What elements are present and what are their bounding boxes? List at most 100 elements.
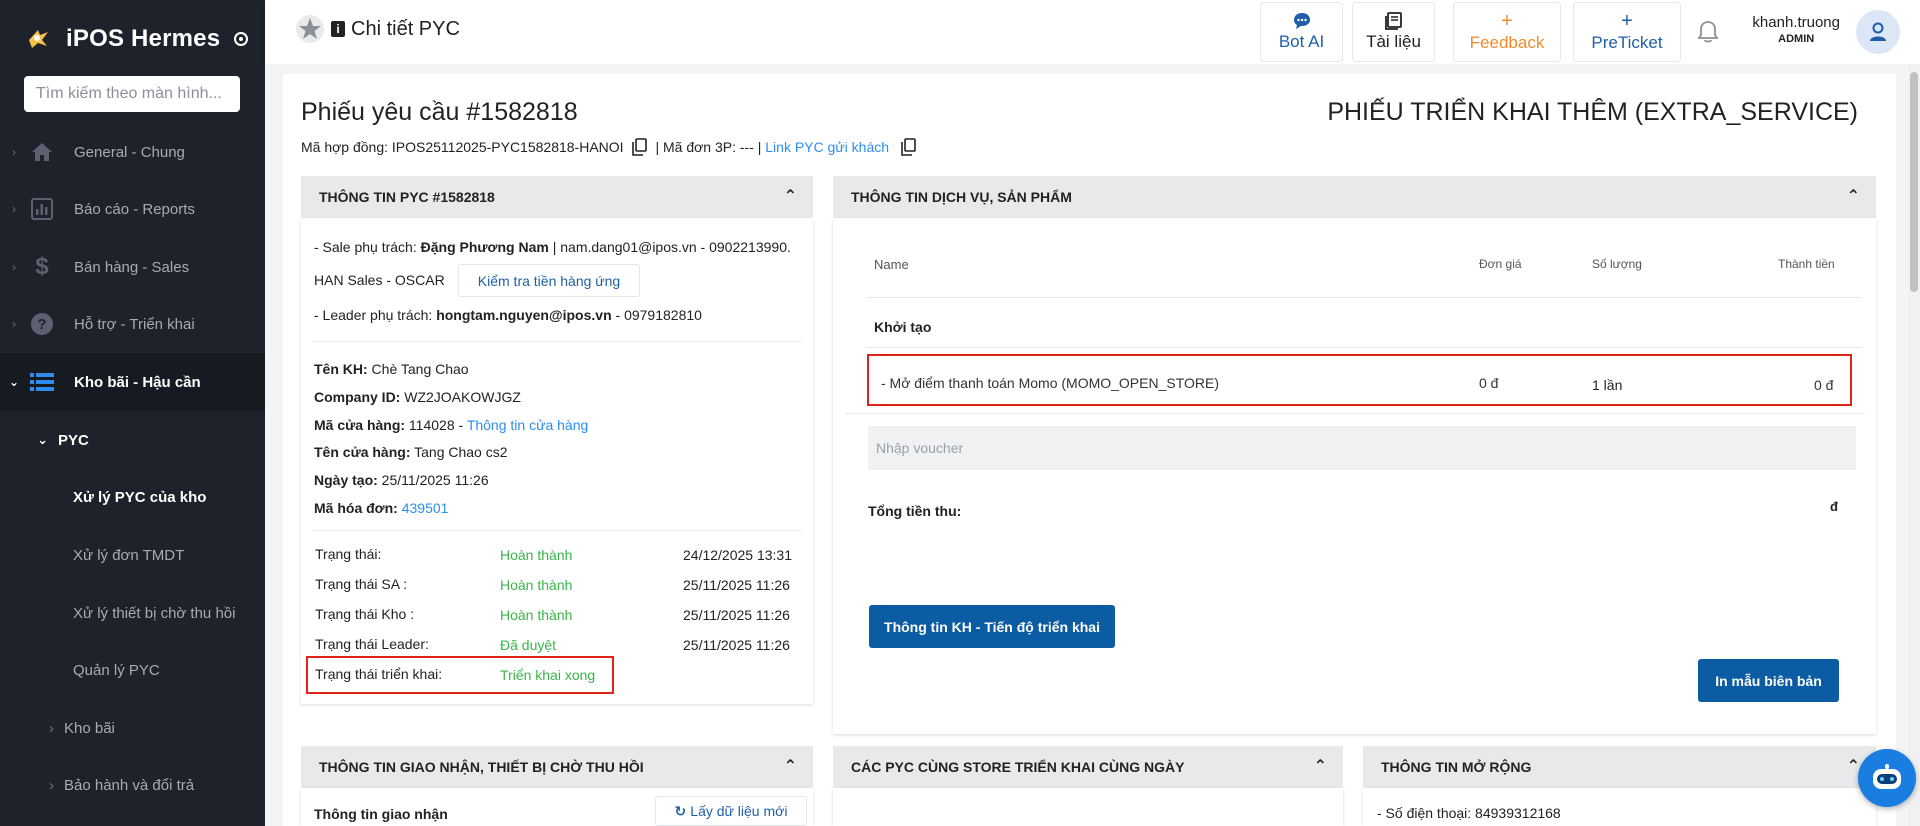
tai-lieu-button[interactable]: Tài liệu bbox=[1352, 2, 1435, 62]
status-label: Trạng thái: bbox=[315, 546, 382, 562]
check-advance-button[interactable]: Kiểm tra tiền hàng ứng bbox=[458, 264, 640, 297]
sidebar-item-reports[interactable]: › Báo cáo - Reports bbox=[0, 180, 265, 238]
sidebar-group-kho-bai[interactable]: › Kho bãi bbox=[0, 699, 265, 757]
extended-card-header[interactable]: THÔNG TIN MỞ RỘNG ⌃ bbox=[1363, 746, 1876, 788]
field-customer: Tên KH: Chè Tang Chao bbox=[314, 361, 469, 377]
service-card-header[interactable]: THÔNG TIN DỊCH VỤ, SẢN PHẨM ⌃ bbox=[833, 176, 1876, 218]
field-value: Chè Tang Chao bbox=[367, 361, 469, 377]
brand-name: iPOS Hermes bbox=[66, 25, 221, 52]
sidebar-group-label: Kho bãi bbox=[64, 719, 115, 737]
progress-info-button[interactable]: Thông tin KH - Tiến độ triển khai bbox=[869, 605, 1115, 648]
scrollbar-thumb[interactable] bbox=[1910, 72, 1918, 292]
sidebar-subitem-label: Xử lý thiết bị chờ thu hồi bbox=[73, 604, 236, 622]
sidebar-group-label: Bảo hành và đổi trả bbox=[64, 776, 195, 794]
service-card-body bbox=[833, 218, 1876, 734]
chart-icon bbox=[28, 196, 56, 222]
chat-icon bbox=[1293, 13, 1310, 29]
username: khanh.truong bbox=[1752, 14, 1840, 31]
status-label: Trạng thái SA : bbox=[315, 576, 408, 592]
sidebar-item-label: Kho bãi - Hậu cần bbox=[74, 373, 201, 391]
question-icon: ? bbox=[28, 311, 56, 337]
status-value: Hoàn thành bbox=[500, 577, 573, 593]
pyc-title: Phiếu yêu cầu #1582818 bbox=[301, 98, 578, 126]
sidebar-subitem-xu-ly-don-tmdt[interactable]: Xử lý đơn TMDT bbox=[0, 526, 265, 584]
sidebar-subitem-thiet-bi-cho-thu-hoi[interactable]: Xử lý thiết bị chờ thu hồi bbox=[0, 584, 265, 642]
robot-icon bbox=[1873, 764, 1901, 789]
bot-ai-label: Bot AI bbox=[1278, 32, 1325, 51]
col-header-qty: Số lượng bbox=[1592, 257, 1642, 271]
leader-prefix: - Leader phụ trách: bbox=[314, 307, 437, 323]
sidebar-subitem-label: Xử lý PYC của kho bbox=[73, 488, 207, 506]
info-card-header[interactable]: THÔNG TIN PYC #1582818 ⌃ bbox=[301, 176, 813, 218]
bell-icon[interactable] bbox=[1697, 20, 1719, 44]
chevron-up-icon[interactable]: ⌃ bbox=[784, 186, 797, 206]
user-icon bbox=[1870, 22, 1886, 41]
invoice-link[interactable]: 439501 bbox=[402, 500, 449, 516]
refresh-data-button[interactable]: ↻ Lấy dữ liệu mới bbox=[655, 796, 807, 826]
chevron-down-icon: ⌄ bbox=[8, 375, 20, 389]
sidebar-group-pyc[interactable]: ⌄ PYC bbox=[0, 411, 265, 469]
field-label: Mã cửa hàng: bbox=[314, 417, 406, 433]
sidebar-subitem-xu-ly-pyc-kho[interactable]: Xử lý PYC của kho bbox=[0, 468, 265, 526]
sidebar-group-bao-hanh[interactable]: › Bảo hành và đổi trả bbox=[0, 756, 265, 814]
refresh-icon: ↻ bbox=[674, 802, 687, 819]
field-label: Ngày tạo: bbox=[314, 472, 378, 488]
list-icon bbox=[28, 369, 56, 395]
status-time: 25/11/2025 11:26 bbox=[683, 607, 790, 623]
copy-icon[interactable] bbox=[631, 138, 648, 156]
divider bbox=[314, 341, 802, 342]
voucher-input[interactable] bbox=[868, 426, 1856, 470]
order-3p: | Mã đơn 3P: --- | bbox=[651, 139, 766, 155]
chevron-up-icon[interactable]: ⌃ bbox=[1314, 756, 1327, 776]
sidebar-item-warehouse[interactable]: ⌄ Kho bãi - Hậu cần bbox=[0, 353, 265, 411]
radio-target-icon[interactable] bbox=[234, 32, 249, 46]
divider bbox=[866, 297, 1862, 298]
avatar[interactable] bbox=[1856, 10, 1900, 54]
sidebar-search-input[interactable] bbox=[24, 76, 240, 112]
sidebar-item-support[interactable]: › ? Hỗ trợ - Triển khai bbox=[0, 295, 265, 353]
plus-icon: + bbox=[1501, 10, 1513, 32]
delivery-card-header[interactable]: THÔNG TIN GIAO NHẬN, THIẾT BỊ CHỜ THU HỒ… bbox=[301, 746, 813, 788]
sidebar-subitem-label: Xử lý đơn TMDT bbox=[73, 546, 185, 564]
same-store-card-header[interactable]: CÁC PYC CÙNG STORE TRIỂN KHAI CÙNG NGÀY … bbox=[833, 746, 1343, 788]
total-label: Tổng tiền thu: bbox=[868, 503, 962, 519]
page-scrollbar[interactable] bbox=[1908, 64, 1920, 826]
chevron-up-icon[interactable]: ⌃ bbox=[1847, 186, 1860, 206]
same-store-card-title: CÁC PYC CÙNG STORE TRIỂN KHAI CÙNG NGÀY bbox=[851, 759, 1185, 775]
pyc-meta: Mã hợp đồng: IPOS25112025-PYC1582818-HAN… bbox=[301, 138, 917, 156]
status-value: Đã duyệt bbox=[500, 637, 557, 653]
chevron-up-icon[interactable]: ⌃ bbox=[784, 756, 797, 776]
divider bbox=[866, 347, 1862, 348]
pyc-customer-link[interactable]: Link PYC gửi khách bbox=[765, 139, 889, 155]
delivery-card-title: THÔNG TIN GIAO NHẬN, THIẾT BỊ CHỜ THU HỒ… bbox=[319, 759, 644, 775]
sale-team: HAN Sales - OSCAR bbox=[314, 272, 445, 288]
bot-ai-button[interactable]: Bot AI bbox=[1260, 2, 1343, 62]
sidebar-item-general[interactable]: › General - Chung bbox=[0, 123, 265, 181]
feedback-label: Feedback bbox=[1469, 33, 1545, 52]
store-info-link[interactable]: Thông tin cửa hàng bbox=[467, 417, 588, 433]
field-company-id: Company ID: WZ2JOAKOWJGZ bbox=[314, 389, 521, 405]
sidebar-item-label: General - Chung bbox=[74, 143, 185, 161]
divider bbox=[845, 413, 1865, 414]
sidebar-subitem-quan-ly-pyc[interactable]: Quản lý PYC bbox=[0, 641, 265, 699]
user-info[interactable]: khanh.truong ADMIN bbox=[1752, 14, 1840, 45]
preticket-label: PreTicket bbox=[1591, 33, 1663, 52]
print-template-button[interactable]: In mẫu biên bản bbox=[1698, 659, 1839, 702]
chevron-right-icon: › bbox=[12, 317, 16, 331]
status-label: Trạng thái Kho : bbox=[315, 606, 415, 622]
chatbot-fab[interactable] bbox=[1858, 749, 1916, 807]
dollar-icon: $ bbox=[35, 253, 49, 280]
sidebar-group-label: PYC bbox=[58, 431, 89, 449]
info-icon: i bbox=[331, 21, 345, 37]
leader-info: - Leader phụ trách: hongtam.nguyen@ipos.… bbox=[314, 307, 702, 323]
status-value: Hoàn thành bbox=[500, 547, 573, 563]
sidebar-item-sales[interactable]: › $ Bán hàng - Sales bbox=[0, 238, 265, 296]
feedback-button[interactable]: + Feedback bbox=[1453, 2, 1561, 62]
sale-info: - Sale phụ trách: Đặng Phương Nam | nam.… bbox=[314, 239, 791, 255]
preticket-button[interactable]: + PreTicket bbox=[1573, 2, 1681, 62]
brand[interactable]: iPOS Hermes bbox=[26, 22, 249, 56]
leader-phone: - 0979182810 bbox=[611, 307, 702, 323]
group-label: Khởi tạo bbox=[874, 319, 932, 335]
copy-icon[interactable] bbox=[901, 138, 917, 156]
status-time: 25/11/2025 11:26 bbox=[683, 577, 790, 593]
